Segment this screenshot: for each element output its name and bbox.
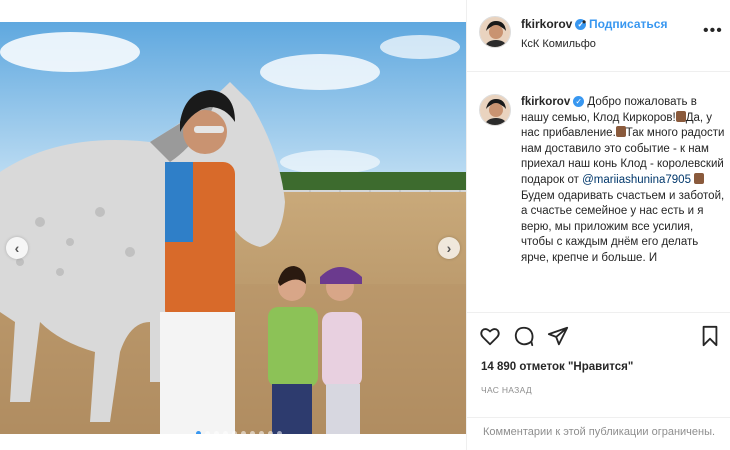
username-link[interactable]: fkirkorov ✓ — [521, 17, 587, 31]
post-timestamp[interactable]: ЧАС НАЗАД — [481, 385, 532, 395]
share-icon[interactable] — [547, 325, 569, 347]
post-photo[interactable]: ‹ › — [0, 22, 466, 434]
more-horizontal-icon[interactable]: ••• — [703, 22, 723, 40]
carousel-dot — [250, 431, 255, 434]
separator: • — [582, 15, 587, 29]
carousel-dot — [232, 431, 237, 434]
post-side-panel: fkirkorov ✓ • Подписаться КсК Комильфо ••… — [466, 0, 730, 450]
carousel-dot — [223, 431, 228, 434]
emoji-icon — [694, 172, 705, 184]
photo-image — [0, 22, 466, 434]
carousel-dot — [214, 431, 219, 434]
carousel-dot — [268, 431, 273, 434]
emoji-icon — [615, 126, 626, 138]
caption-text: fkirkorov ✓ Добро пожаловать в нашу семью… — [521, 95, 725, 267]
post-caption: fkirkorov ✓ Добро пожаловать в нашу семью… — [467, 80, 730, 312]
caption-username[interactable]: fkirkorov — [521, 96, 570, 108]
carousel-dot — [241, 431, 246, 434]
bookmark-icon[interactable] — [699, 325, 721, 347]
follow-button[interactable]: Подписаться — [589, 17, 667, 31]
comment-icon[interactable] — [513, 325, 535, 347]
caption-part-4: Будем одаривать счастьем и заботой, а сч… — [521, 189, 725, 264]
location-link[interactable]: КсК Комильфо — [521, 38, 596, 50]
carousel-dot — [277, 431, 282, 434]
avatar[interactable] — [479, 94, 511, 126]
instagram-post-modal: ‹ › fkirkorov ✓ • Подписаться КсК Комиль… — [0, 0, 730, 450]
mention-link[interactable]: @mariiashunina7905 — [582, 174, 691, 186]
verified-badge-icon: ✓ — [573, 96, 585, 107]
emoji-icon — [675, 110, 686, 122]
avatar[interactable] — [479, 16, 511, 48]
chevron-left-icon[interactable]: ‹ — [6, 237, 28, 259]
carousel-dot-active — [196, 431, 201, 434]
post-actions: 14 890 отметок "Нравится" ЧАС НАЗАД Комм… — [467, 312, 730, 444]
carousel-indicator — [196, 431, 282, 434]
chevron-right-icon[interactable]: › — [438, 237, 460, 259]
post-header: fkirkorov ✓ • Подписаться КсК Комильфо ••… — [467, 0, 730, 72]
carousel-dot — [259, 431, 264, 434]
carousel-dot — [205, 431, 210, 434]
likes-count[interactable]: 14 890 отметок "Нравится" — [481, 361, 633, 373]
username[interactable]: fkirkorov — [521, 17, 572, 31]
comments-disabled-notice: Комментарии к этой публикации ограничены… — [467, 417, 730, 445]
heart-icon[interactable] — [479, 325, 501, 347]
